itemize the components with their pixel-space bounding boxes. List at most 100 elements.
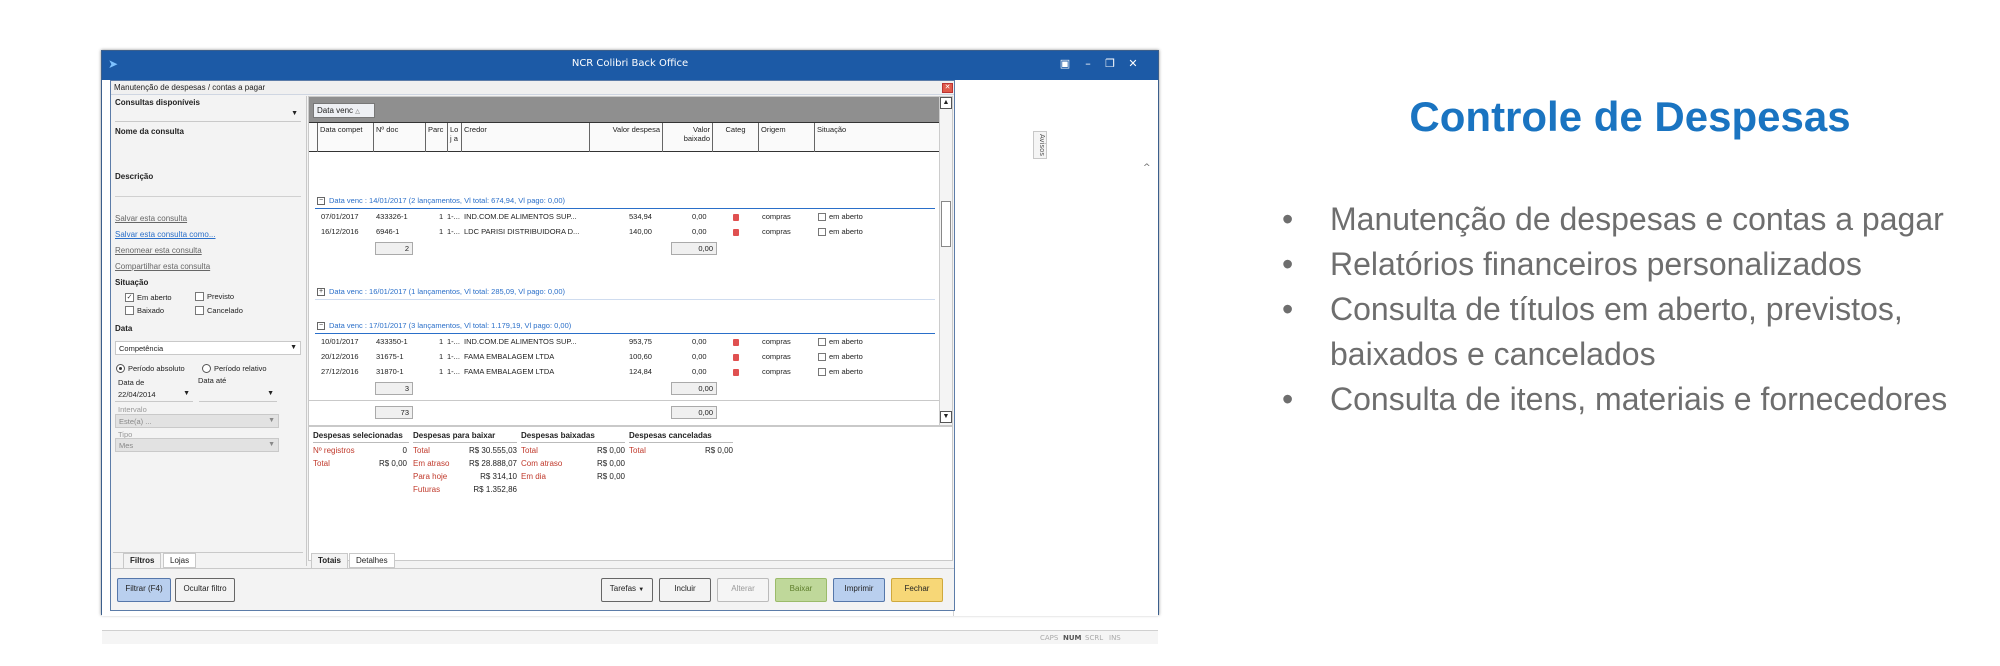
totals-panel: Despesas selecionadas Nº registros 0 Tot… [308,426,953,561]
table-row[interactable]: 16/12/2016 6946-1 1 1-... LDC PARISI DIS… [309,225,939,240]
cell-parc: 1 [439,367,444,376]
consultas-dropdown[interactable]: ▼ [115,108,301,122]
col-parc[interactable]: Parc [426,123,448,152]
descricao-label: Descrição [115,172,154,181]
em-aberto-label: Em aberto [137,293,172,302]
restore-window-icon[interactable]: ▣ [1056,56,1074,72]
salvar-como-link[interactable]: Salvar esta consulta como... [115,230,216,239]
scroll-up-icon[interactable]: ▲ [940,97,952,109]
collapse-group-icon[interactable]: − [317,322,325,330]
cell-valor: 100,60 [629,352,652,361]
intervalo-label: Intervalo [118,405,147,414]
collapse-group-icon[interactable]: − [317,197,325,205]
cell-situacao: em aberto [829,227,863,236]
workspace-panel [953,80,1158,616]
col-valor-baixado[interactable]: Valor baixado [663,123,713,152]
tab-lojas[interactable]: Lojas [163,553,197,568]
grid-scrollbar[interactable]: ▲ ▼ [939,97,952,425]
incluir-button[interactable]: Incluir [659,578,711,602]
cell-parc: 1 [439,337,444,346]
cell-baixado: 0,00 [692,227,707,236]
salvar-consulta-link[interactable]: Salvar esta consulta [115,214,187,223]
tab-filtros[interactable]: Filtros [123,553,162,568]
col-situacao[interactable]: Situação [815,123,939,152]
tarefas-button[interactable]: Tarefas ▼ [601,578,653,602]
category-icon [733,354,739,361]
compartilhar-consulta-link[interactable]: Compartilhar esta consulta [115,262,210,271]
baixado-checkbox[interactable] [125,306,134,315]
divider [315,208,935,209]
panel-splitter[interactable] [306,96,307,566]
group-header-label: Data venc : 16/01/2017 (1 lançamentos, V… [329,287,565,296]
col-n-doc[interactable]: Nº doc [374,123,426,152]
data-label: Data [115,324,133,333]
situacao-checkbox[interactable] [818,338,826,346]
scroll-down-icon[interactable]: ▼ [940,411,952,423]
intervalo-value: Este(a) ... [119,417,152,426]
table-row[interactable]: 20/12/2016 31675-1 1 1-... FAMA EMBALAGE… [309,350,939,365]
col-data-compet[interactable]: Data compet [318,123,374,152]
baixar-button[interactable]: Baixar [775,578,827,602]
group-header-row[interactable]: + Data venc : 16/01/2017 (1 lançamentos,… [309,285,939,300]
avisos-tab[interactable]: Avisos [1033,131,1047,159]
group-count: 2 [375,242,413,255]
category-icon [733,229,739,236]
cell-origem: compras [762,212,791,221]
intervalo-dropdown[interactable]: Este(a) ... ▼ [115,414,279,428]
cancelado-label: Cancelado [207,306,243,315]
group-header-row[interactable]: − Data venc : 14/01/2017 (2 lançamentos,… [309,194,939,209]
divider [413,442,517,443]
data-tipo-dropdown[interactable]: Competência ▼ [115,341,301,355]
group-chip-label: Data venc [317,106,354,115]
cancelado-checkbox[interactable] [195,306,204,315]
tab-detalhes[interactable]: Detalhes [349,553,395,568]
alterar-button[interactable]: Alterar [717,578,769,602]
renomear-consulta-link[interactable]: Renomear esta consulta [115,246,202,255]
status-scrl: SCRL [1085,634,1104,642]
data-ate-field[interactable]: ▼ [199,388,277,402]
fechar-button[interactable]: Fechar [891,578,943,602]
situacao-checkbox[interactable] [818,213,826,221]
filtrar-button[interactable]: Filtrar (F4) [117,578,171,602]
chevron-down-icon: ▼ [638,587,645,593]
group-chip-data-venc[interactable]: Data venc △ [313,103,375,118]
ocultar-filtro-button[interactable]: Ocultar filtro [175,578,235,602]
tab-totais[interactable]: Totais [311,553,348,568]
periodo-relativo-radio[interactable] [202,364,211,373]
em-aberto-checkbox[interactable]: ✓ [125,293,134,302]
baixadas-label: Total [521,446,538,455]
imprimir-button[interactable]: Imprimir [833,578,885,602]
baixadas-value: R$ 0,00 [596,446,625,455]
col-loja[interactable]: Loj a [448,123,462,152]
periodo-absoluto-radio[interactable] [116,364,125,373]
tipo-dropdown[interactable]: Mes ▼ [115,438,279,452]
collapse-up-icon[interactable]: ^ [1143,163,1151,173]
situacao-checkbox[interactable] [818,368,826,376]
list-item: Manutenção de despesas e contas a pagar [1282,197,1982,242]
divider [521,442,625,443]
cell-parc: 1 [439,227,444,236]
table-row[interactable]: 07/01/2017 433326-1 1 1-... IND.COM.DE A… [309,210,939,225]
cell-origem: compras [762,337,791,346]
divider [313,442,409,443]
cell-doc: 31675-1 [376,352,404,361]
col-valor-despesa[interactable]: Valor despesa [590,123,663,152]
previsto-checkbox[interactable] [195,292,204,301]
para-baixar-label: Futuras [413,485,441,494]
maximize-icon[interactable]: ❐ [1101,56,1119,72]
table-row[interactable]: 27/12/2016 31870-1 1 1-... FAMA EMBALAGE… [309,365,939,380]
close-window-icon[interactable]: ✕ [1124,56,1142,72]
expand-group-icon[interactable]: + [317,288,325,296]
col-credor[interactable]: Credor [462,123,590,152]
situacao-checkbox[interactable] [818,353,826,361]
group-header-row[interactable]: − Data venc : 17/01/2017 (3 lançamentos,… [309,319,939,334]
col-origem[interactable]: Origem [759,123,815,152]
scroll-thumb[interactable] [941,201,951,247]
data-de-field[interactable]: 22/04/2014 ▼ [115,388,193,402]
situacao-checkbox[interactable] [818,228,826,236]
header-indent [309,123,318,152]
table-row[interactable]: 10/01/2017 433350-1 1 1-... IND.COM.DE A… [309,335,939,350]
col-categ[interactable]: Categ [713,123,759,152]
minimize-icon[interactable]: – [1079,56,1097,72]
dialog-close-icon[interactable]: ✕ [942,83,953,93]
